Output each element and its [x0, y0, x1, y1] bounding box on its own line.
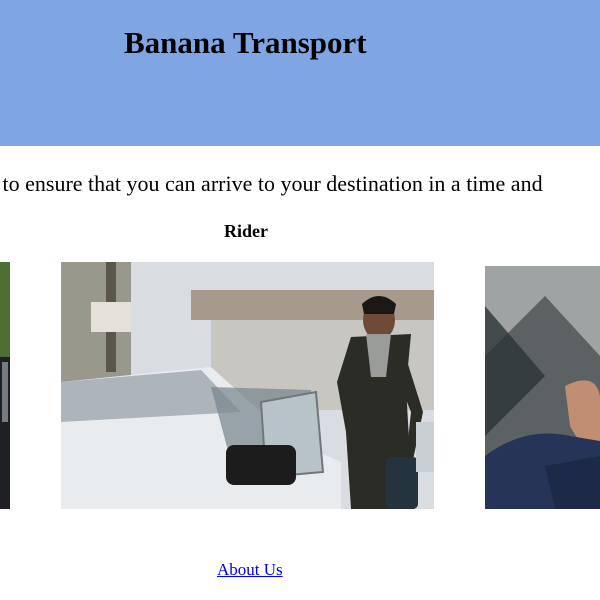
- photo-car-interior: [0, 262, 10, 509]
- photo-man-entering-car: [61, 262, 434, 509]
- about-us-link[interactable]: About Us: [217, 561, 283, 578]
- site-title: Banana Transport: [124, 25, 367, 60]
- intro-tagline: k to ensure that you can arrive to your …: [0, 171, 543, 196]
- photo-man-in-suit-art: [485, 266, 600, 509]
- photo-car-interior-art: [0, 262, 10, 509]
- site-header: Banana Transport: [0, 0, 600, 146]
- photo-man-in-suit: [485, 266, 600, 509]
- section-label-rider: Rider: [224, 221, 268, 241]
- photo-man-entering-car-art: [61, 262, 434, 509]
